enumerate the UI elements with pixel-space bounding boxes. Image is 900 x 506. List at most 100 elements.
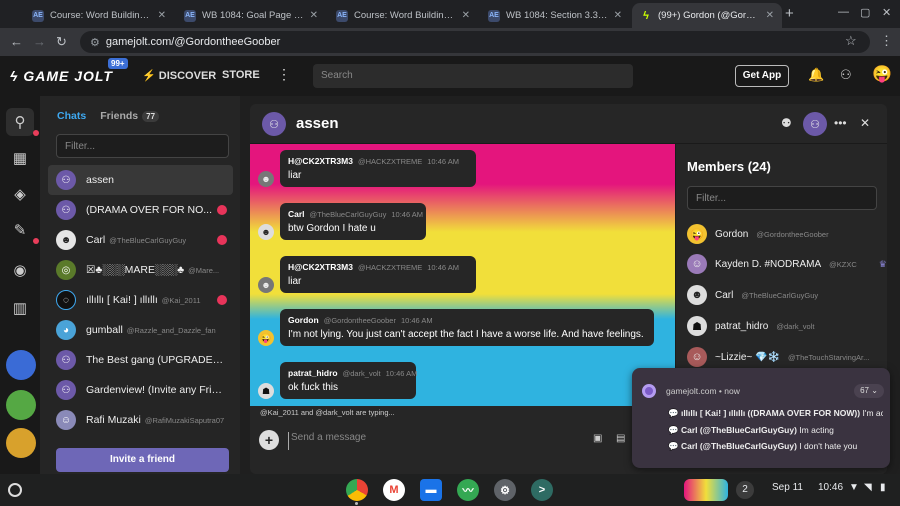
- member-row[interactable]: ☗ patrat_hidro @dark_volt: [687, 316, 814, 336]
- terminal-app-icon[interactable]: >: [531, 479, 553, 501]
- message-author[interactable]: H@CK2XTR3M3: [288, 262, 353, 272]
- bell-icon[interactable]: 🔔: [808, 67, 824, 83]
- chat-handle: @Razzle_and_Dazzle_fan: [126, 326, 216, 335]
- tab-friends[interactable]: Friends 77: [100, 110, 160, 122]
- member-row[interactable]: ☺ ~Lizzie~ 💎❄️ @TheTouchStarvingAr...: [687, 347, 869, 367]
- sticker-icon[interactable]: ▤: [616, 433, 625, 444]
- message-author[interactable]: Gordon: [288, 315, 319, 325]
- user-avatar: ☺: [687, 347, 707, 367]
- get-app-button[interactable]: Get App: [735, 65, 789, 87]
- reload-icon[interactable]: ↻: [56, 34, 67, 50]
- store-link[interactable]: STORE: [222, 69, 260, 81]
- community-avatar[interactable]: [6, 350, 36, 380]
- browser-tab[interactable]: AE Course: Word Building 1084 ✕: [328, 3, 478, 28]
- browser-tab[interactable]: AE WB 1084: Goal Page | acecon ✕: [176, 3, 326, 28]
- notification-text: I don't hate you: [799, 441, 858, 451]
- settings-app-icon[interactable]: ⚙: [494, 479, 516, 501]
- date-label[interactable]: Sep 11: [772, 482, 803, 493]
- member-row[interactable]: ☺ Kayden D. #NODRAMA @KZXC ♛: [687, 254, 887, 274]
- back-icon[interactable]: ←: [10, 34, 23, 49]
- minimize-icon[interactable]: —: [838, 6, 849, 18]
- message-author[interactable]: patrat_hidro: [288, 368, 338, 378]
- screen-capture-thumbnail[interactable]: [684, 479, 728, 501]
- message-header: patrat_hidro @dark_volt 10:46 AM: [288, 368, 417, 378]
- system-notification[interactable]: gamejolt.com • now 67 ⌄ 💬 ıllıllı [ Kai!…: [632, 368, 890, 468]
- chat-list-item[interactable]: ◕ gumball @Razzle_and_Dazzle_fan: [48, 315, 233, 345]
- community-avatar[interactable]: [6, 428, 36, 458]
- chat-list-item[interactable]: ☻ Carl @TheBlueCarlGuyGuy: [48, 225, 233, 255]
- library-rail-icon[interactable]: ▥: [6, 294, 34, 322]
- browser-tab-strip: AE Course: Word Building 1084 ✕ AE WB 10…: [0, 0, 900, 28]
- files-app-icon[interactable]: ▬: [420, 479, 442, 501]
- browser-tab[interactable]: AE WB 1084: Section 3.3 | acecon ✕: [480, 3, 630, 28]
- close-tab-icon[interactable]: ✕: [766, 10, 774, 21]
- add-attachment-button[interactable]: +: [259, 430, 279, 450]
- member-row[interactable]: 😜 Gordon @GordontheeGoober: [687, 224, 829, 244]
- notification-count[interactable]: 2: [736, 481, 754, 499]
- message-list[interactable]: ☻ H@CK2XTR3M3 @HACKZXTREME 10:46 AM liar ☻…: [250, 144, 675, 406]
- more-menu-icon[interactable]: ⋮: [277, 66, 291, 83]
- user-avatar-icon[interactable]: 😜: [872, 64, 892, 84]
- members-filter-input[interactable]: Filter...: [687, 186, 877, 210]
- gif-icon[interactable]: ▣: [593, 433, 602, 444]
- message-input[interactable]: Send a message: [288, 432, 588, 450]
- wifi-icon[interactable]: ◥: [864, 482, 872, 493]
- member-row[interactable]: ☻ Carl @TheBlueCarlGuyGuy: [687, 285, 818, 305]
- chat-list-item[interactable]: ☺ Rafi Muzaki @RafiMuzakiSaputra07: [48, 405, 233, 435]
- maximize-icon[interactable]: ▢: [860, 6, 870, 19]
- meet-app-icon[interactable]: 〰: [457, 479, 479, 501]
- close-tab-icon[interactable]: ✕: [462, 10, 470, 21]
- chat-filter-input[interactable]: Filter...: [56, 134, 229, 158]
- clock-label[interactable]: 10:46: [818, 482, 843, 493]
- invite-friend-button[interactable]: Invite a friend: [56, 448, 229, 472]
- close-window-icon[interactable]: ✕: [882, 6, 891, 19]
- tab-chats[interactable]: Chats: [57, 110, 86, 122]
- close-tab-icon[interactable]: ✕: [310, 10, 318, 21]
- new-tab-icon[interactable]: +: [785, 5, 794, 22]
- message-bubble: H@CK2XTR3M3 @HACKZXTREME 10:46 AM liar: [280, 256, 476, 293]
- bookmark-star-icon[interactable]: ☆: [845, 33, 857, 49]
- trophies-rail-icon[interactable]: ◉: [6, 256, 34, 284]
- discover-link[interactable]: ⚡ DISCOVER: [142, 69, 216, 82]
- message-bubble: Gordon @GordontheeGoober 10:46 AM I'm not …: [280, 309, 654, 346]
- gmail-app-icon[interactable]: M: [383, 479, 405, 501]
- forward-icon[interactable]: →: [33, 34, 46, 49]
- chat-list-item[interactable]: ⚇ Gardenview! (Invite any Friend...: [48, 375, 233, 405]
- chat-options-icon[interactable]: •••: [834, 116, 847, 130]
- chat-list-item[interactable]: ◌ ıllıllı [ Kai! ] ıllıllı @Kai_2011: [48, 285, 233, 315]
- url-bar[interactable]: ⚙ gamejolt.com/@GordontheeGoober: [80, 31, 870, 53]
- site-info-icon[interactable]: ⚙: [90, 36, 100, 49]
- launcher-icon[interactable]: [8, 483, 22, 497]
- gamejolt-logo[interactable]: ϟ GAME JOLT: [10, 68, 113, 84]
- message-author[interactable]: Carl: [288, 209, 305, 219]
- members-toggle-icon[interactable]: ⚇: [803, 112, 827, 136]
- battery-icon[interactable]: ▮: [880, 482, 886, 493]
- notification-line: 💬 Carl (@TheBlueCarlGuyGuy) Im acting: [668, 425, 834, 435]
- notification-sender: Carl (@TheBlueCarlGuyGuy): [680, 441, 797, 451]
- chat-list-item[interactable]: ◎ ☒♣░░░MARE░░░♣ @Mare...: [48, 255, 233, 285]
- close-tab-icon[interactable]: ✕: [614, 10, 622, 21]
- store-rail-icon[interactable]: ▦: [6, 144, 34, 172]
- network-icon[interactable]: ▼: [849, 482, 859, 493]
- quests-rail-icon[interactable]: ✎: [6, 216, 34, 244]
- browser-tab-active[interactable]: ϟ (99+) Gordon (@Gordontheeg ✕: [632, 3, 782, 28]
- chat-rail-icon[interactable]: ⚲: [6, 108, 34, 136]
- browser-menu-icon[interactable]: ⋮: [880, 33, 893, 49]
- message-text: I'm not lying. You just can't accept the…: [288, 329, 644, 340]
- close-chat-icon[interactable]: ✕: [860, 116, 870, 130]
- search-input[interactable]: Search: [313, 64, 633, 88]
- community-avatar[interactable]: [6, 390, 36, 420]
- chat-list-item[interactable]: ⚇ assen: [48, 165, 233, 195]
- notification-line: 💬 Carl (@TheBlueCarlGuyGuy) I don't hate…: [668, 441, 858, 451]
- inventory-rail-icon[interactable]: ◈: [6, 180, 34, 208]
- chrome-app-icon[interactable]: [346, 479, 368, 501]
- close-tab-icon[interactable]: ✕: [158, 10, 166, 21]
- notification-count-toggle[interactable]: 67 ⌄: [854, 384, 884, 398]
- chat-list-item[interactable]: ⚇ (DRAMA OVER FOR NO...: [48, 195, 233, 225]
- message-author[interactable]: H@CK2XTR3M3: [288, 156, 353, 166]
- add-member-icon[interactable]: ⚉: [781, 116, 792, 130]
- chat-list-item[interactable]: ⚇ The Best gang (UPGRADED) ...: [48, 345, 233, 375]
- browser-tab[interactable]: AE Course: Word Building 1084 ✕: [24, 3, 174, 28]
- friends-icon[interactable]: ⚇: [840, 67, 852, 83]
- group-chat-icon: ⚇: [262, 112, 286, 136]
